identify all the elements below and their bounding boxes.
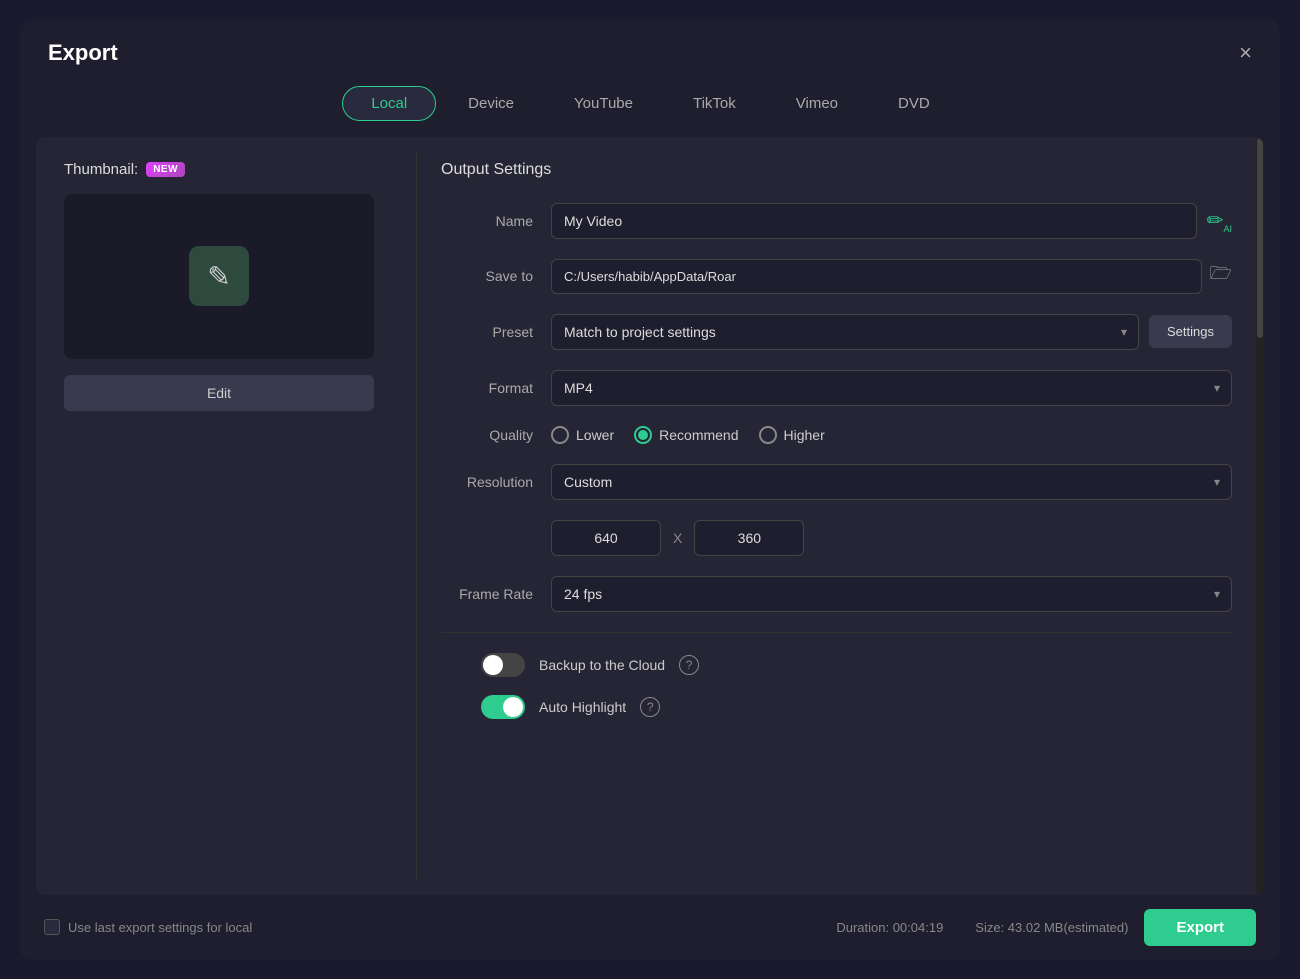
resolution-select[interactable]: Custom <box>551 464 1232 500</box>
scrollbar-track[interactable] <box>1256 137 1264 895</box>
ai-icon[interactable]: ✏AI <box>1207 208 1232 234</box>
tab-youtube[interactable]: YouTube <box>546 86 661 121</box>
format-label: Format <box>441 380 551 396</box>
preset-select-wrap: Match to project settings ▾ <box>551 314 1139 350</box>
duration-info: Duration: 00:04:19 <box>836 920 943 935</box>
last-export-check: Use last export settings for local <box>44 919 252 935</box>
tab-vimeo[interactable]: Vimeo <box>768 86 866 121</box>
quality-recommend[interactable]: Recommend <box>634 426 738 444</box>
content-area: Thumbnail: NEW ✎ Edit Output Settings Na… <box>36 137 1264 895</box>
name-input[interactable] <box>551 203 1197 239</box>
path-input[interactable] <box>551 259 1202 294</box>
edit-button[interactable]: Edit <box>64 375 374 411</box>
right-panel: Output Settings Name ✏AI Save to 🗁 Prese… <box>417 137 1264 895</box>
scrollbar-thumb[interactable] <box>1257 138 1263 338</box>
auto-highlight-toggle-knob <box>503 697 523 717</box>
res-x-separator: X <box>673 530 682 546</box>
settings-button[interactable]: Settings <box>1149 315 1232 348</box>
save-to-label: Save to <box>441 268 551 284</box>
frame-rate-label: Frame Rate <box>441 586 551 602</box>
backup-toggle[interactable] <box>481 653 525 677</box>
name-row: Name ✏AI <box>441 203 1232 239</box>
preset-label: Preset <box>441 324 551 340</box>
thumbnail-preview: ✎ <box>64 194 374 359</box>
resolution-inputs: X <box>551 520 1232 556</box>
quality-options: Lower Recommend Higher <box>551 426 825 444</box>
frame-rate-row: Frame Rate 24 fps ▾ <box>441 576 1232 612</box>
auto-highlight-help-icon[interactable]: ? <box>640 697 660 717</box>
meta-info: Duration: 00:04:19 Size: 43.02 MB(estima… <box>836 920 1128 935</box>
tab-device[interactable]: Device <box>440 86 542 121</box>
folder-icon[interactable]: 🗁 <box>1210 261 1232 291</box>
pencil-glyph: ✎ <box>207 260 230 293</box>
resolution-select-wrap: Custom ▾ <box>551 464 1232 500</box>
auto-highlight-label: Auto Highlight <box>539 699 626 715</box>
tab-dvd[interactable]: DVD <box>870 86 958 121</box>
dialog-title: Export <box>48 40 118 66</box>
quality-row: Quality Lower Recommend Higher <box>441 426 1232 444</box>
backup-help-icon[interactable]: ? <box>679 655 699 675</box>
save-to-row: Save to 🗁 <box>441 259 1232 294</box>
size-info: Size: 43.02 MB(estimated) <box>975 920 1128 935</box>
name-label: Name <box>441 213 551 229</box>
separator <box>441 632 1232 633</box>
quality-recommend-radio[interactable] <box>634 426 652 444</box>
quality-lower[interactable]: Lower <box>551 426 614 444</box>
resolution-row: Resolution Custom ▾ <box>441 464 1232 500</box>
format-select-wrap: MP4 ▾ <box>551 370 1232 406</box>
auto-highlight-row: Auto Highlight ? <box>441 695 1232 719</box>
new-badge: NEW <box>146 162 185 177</box>
res-width-input[interactable] <box>551 520 661 556</box>
bottom-bar: Use last export settings for local Durat… <box>20 895 1280 960</box>
preset-select[interactable]: Match to project settings <box>551 314 1139 350</box>
tab-local[interactable]: Local <box>342 86 436 121</box>
path-row: 🗁 <box>551 259 1232 294</box>
close-button[interactable]: × <box>1239 42 1252 64</box>
resolution-label: Resolution <box>441 474 551 490</box>
tab-tiktok[interactable]: TikTok <box>665 86 764 121</box>
quality-lower-label: Lower <box>576 427 614 443</box>
export-button[interactable]: Export <box>1144 909 1256 946</box>
output-settings-title: Output Settings <box>441 161 1232 179</box>
format-row: Format MP4 ▾ <box>441 370 1232 406</box>
export-dialog: Export × Local Device YouTube TikTok Vim… <box>20 20 1280 960</box>
preset-row: Preset Match to project settings ▾ Setti… <box>441 314 1232 350</box>
backup-label: Backup to the Cloud <box>539 657 665 673</box>
quality-lower-radio[interactable] <box>551 426 569 444</box>
quality-higher[interactable]: Higher <box>759 426 825 444</box>
last-export-checkbox[interactable] <box>44 919 60 935</box>
thumbnail-text: Thumbnail: <box>64 161 138 178</box>
quality-higher-radio[interactable] <box>759 426 777 444</box>
last-export-label: Use last export settings for local <box>68 920 252 935</box>
thumbnail-label: Thumbnail: NEW <box>64 161 388 178</box>
title-bar: Export × <box>20 20 1280 78</box>
format-select[interactable]: MP4 <box>551 370 1232 406</box>
frame-rate-select-wrap: 24 fps ▾ <box>551 576 1232 612</box>
quality-higher-label: Higher <box>784 427 825 443</box>
auto-highlight-toggle[interactable] <box>481 695 525 719</box>
frame-rate-select[interactable]: 24 fps <box>551 576 1232 612</box>
res-height-input[interactable] <box>694 520 804 556</box>
backup-toggle-knob <box>483 655 503 675</box>
pencil-icon: ✎ <box>189 246 249 306</box>
tab-bar: Local Device YouTube TikTok Vimeo DVD <box>20 78 1280 137</box>
quality-label: Quality <box>441 427 551 443</box>
backup-row: Backup to the Cloud ? <box>441 653 1232 677</box>
quality-recommend-label: Recommend <box>659 427 738 443</box>
left-panel: Thumbnail: NEW ✎ Edit <box>36 137 416 895</box>
